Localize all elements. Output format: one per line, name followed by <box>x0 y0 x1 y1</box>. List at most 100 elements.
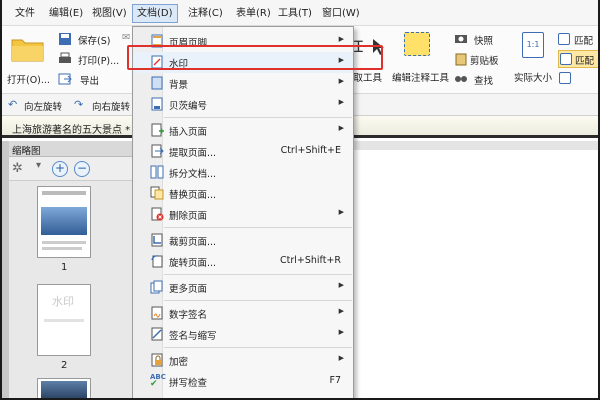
fit-page-label: 匹配 <box>574 36 594 47</box>
menu-item-sign-and-initials[interactable]: 签名与缩写 ▶ <box>134 324 353 345</box>
menu-item-label: 替换页面... <box>169 190 217 201</box>
actual-size-button[interactable]: 1:1 实际大小 <box>514 30 556 86</box>
menu-document[interactable]: 文档(D) <box>132 4 178 23</box>
menu-edit[interactable]: 编辑(E) <box>45 4 87 23</box>
clipboard-button[interactable]: 剪贴板 <box>454 50 510 68</box>
actual-size-label: 实际大小 <box>514 73 553 84</box>
menu-item-label: 提取页面... <box>169 148 217 159</box>
menu-tools[interactable]: 工具(T) <box>274 4 316 23</box>
fit-visible-icon <box>559 72 571 84</box>
submenu-arrow-icon: ▶ <box>338 77 344 85</box>
menu-item-encrypt[interactable]: 加密 ▶ <box>134 350 353 371</box>
menu-item-rotate-pages[interactable]: 旋转页面... Ctrl+Shift+R <box>134 251 353 272</box>
thumbnail-skyline-photo <box>41 207 87 235</box>
folder-icon <box>11 39 44 62</box>
thumbnail-page-1[interactable] <box>37 186 91 258</box>
menu-item-label: 更多页面 <box>169 284 208 295</box>
print-button[interactable]: 打印(P)... <box>58 50 120 68</box>
submenu-arrow-icon: ▶ <box>338 354 344 362</box>
zoom-out-icon[interactable]: − <box>74 161 90 177</box>
thumbnail-page-number: 1 <box>61 262 68 273</box>
thumbnail-text-line <box>42 191 86 195</box>
document-title[interactable]: 上海旅游著名的五大景点 * <box>12 121 130 136</box>
menu-separator <box>164 274 352 275</box>
menu-item-label: 数字签名 <box>169 310 208 321</box>
find-button[interactable]: 查找 <box>454 70 510 88</box>
open-label: 打开(O)... <box>7 75 50 86</box>
menu-item-label: 删除页面 <box>169 211 208 222</box>
edit-annotation-label: 编辑注释工具 <box>392 73 450 84</box>
actual-size-icon: 1:1 <box>522 32 544 58</box>
rotate-right-button[interactable]: ↷ 向右旋转 <box>74 94 134 116</box>
submenu-arrow-icon: ▶ <box>338 35 344 43</box>
binoculars-icon <box>455 76 467 82</box>
insert-page-icon <box>151 123 164 137</box>
fit-width-icon <box>560 53 572 65</box>
dropdown-arrow-icon[interactable]: ▾ <box>36 160 41 171</box>
menu-item-spell-check[interactable]: ABC ✔ 拼写检查 F7 <box>134 371 353 392</box>
menu-bar: 文件 编辑(E) 视图(V) 文档(D) 注释(C) 表单(R) 工具(T) 窗… <box>2 0 598 26</box>
replace-page-icon <box>150 186 164 200</box>
menu-view[interactable]: 视图(V) <box>88 4 131 23</box>
digital-signature-icon <box>151 306 163 320</box>
menu-window[interactable]: 窗口(W) <box>318 4 364 23</box>
thumbnail-page-3[interactable] <box>37 378 91 398</box>
thumbnail-settings-icon[interactable]: ✲ <box>12 161 23 176</box>
extract-page-icon <box>151 144 164 158</box>
thumbnail-text-line <box>44 319 84 322</box>
menu-item-shortcut: Ctrl+Shift+E <box>280 145 341 156</box>
rotate-left-icon: ↶ <box>8 98 18 111</box>
menu-item-replace-pages[interactable]: 替换页面... <box>134 183 353 204</box>
snapshot-button[interactable]: 快照 <box>454 30 504 48</box>
bates-icon <box>151 97 163 111</box>
rotate-left-button[interactable]: ↶ 向左旋转 <box>8 94 68 116</box>
clipboard-icon <box>455 53 467 66</box>
submenu-arrow-icon: ▶ <box>338 328 344 336</box>
encrypt-icon <box>151 353 163 367</box>
split-doc-icon <box>150 165 164 179</box>
menu-item-label: 拆分文档... <box>169 169 217 180</box>
thumbnail-text-line <box>42 241 86 244</box>
document-menu-dropdown: 页眉页脚 ▶ 水印 ▶ 背景 ▶ 贝茨编号 ▶ 插入页面 ▶ 提取页面... C… <box>132 26 354 398</box>
export-button[interactable]: 导出 <box>58 70 118 88</box>
rotate-page-icon <box>151 255 163 268</box>
menu-item-label: 背景 <box>169 80 189 91</box>
sign-initials-icon <box>151 327 163 341</box>
zoom-in-icon[interactable]: + <box>52 161 68 177</box>
thumbnail-panel-title: 缩略图 <box>12 146 41 157</box>
menu-item-shortcut: Ctrl+Shift+R <box>279 255 341 266</box>
save-label: 保存(S) <box>78 36 111 47</box>
menu-item-crop-pages[interactable]: 裁剪页面... <box>134 230 353 251</box>
menu-item-split-document[interactable]: 拆分文档... <box>134 162 353 183</box>
fit-width-button[interactable]: 匹配 <box>558 50 598 68</box>
menu-item-more-pages[interactable]: 更多页面 ▶ <box>134 277 353 298</box>
menu-item-label: 贝茨编号 <box>169 101 208 112</box>
menu-item-bates-numbering[interactable]: 贝茨编号 ▶ <box>134 94 353 115</box>
menu-separator <box>164 117 352 118</box>
submenu-arrow-icon: ▶ <box>338 98 344 106</box>
print-label: 打印(P)... <box>78 56 120 67</box>
edit-annotation-tool-button[interactable]: 编辑注释工具 <box>392 30 450 86</box>
menu-item-insert-pages[interactable]: 插入页面 ▶ <box>134 120 353 141</box>
thumbnail-text-line <box>42 247 82 250</box>
menu-separator <box>164 227 352 228</box>
menu-item-delete-pages[interactable]: 删除页面 ▶ <box>134 204 353 225</box>
submenu-arrow-icon: ▶ <box>338 307 344 315</box>
menu-item-digital-signature[interactable]: 数字签名 ▶ <box>134 303 353 324</box>
menu-item-extract-pages[interactable]: 提取页面... Ctrl+Shift+E <box>134 141 353 162</box>
menu-file[interactable]: 文件 <box>11 4 39 23</box>
submenu-arrow-icon: ▶ <box>338 281 344 289</box>
rotate-right-icon: ↷ <box>74 98 84 111</box>
menu-item-background[interactable]: 背景 ▶ <box>134 73 353 94</box>
fit-page-button[interactable]: 匹配 <box>558 30 598 48</box>
menu-comment[interactable]: 注释(C) <box>184 4 227 23</box>
thumbnail-page-2[interactable]: 水印 <box>37 284 91 356</box>
open-button[interactable]: 打开(O)... <box>6 32 50 88</box>
save-button[interactable]: 保存(S) <box>58 30 118 48</box>
fit-visible-button[interactable] <box>558 70 598 88</box>
menu-form[interactable]: 表单(R) <box>232 4 275 23</box>
menu-item-label: 旋转页面... <box>169 258 217 269</box>
menu-separator <box>164 347 352 348</box>
rotate-left-label: 向左旋转 <box>24 102 63 113</box>
panel-side-strip <box>2 141 9 398</box>
